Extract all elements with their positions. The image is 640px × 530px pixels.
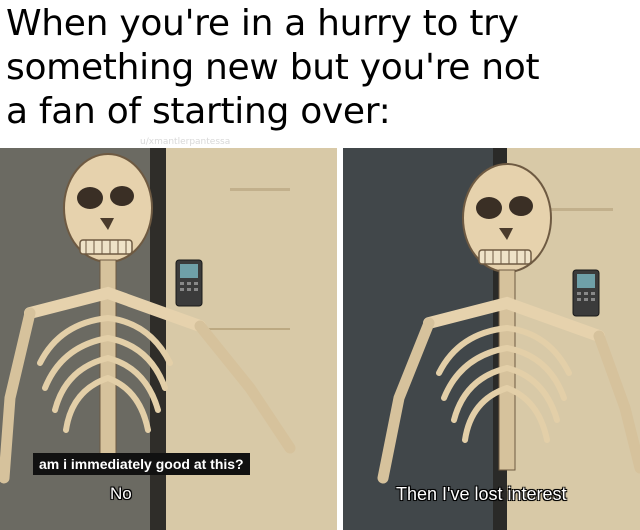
caption-line-1: When you're in a hurry to try [6, 3, 519, 44]
meme-caption: When you're in a hurry to try something … [6, 2, 634, 134]
meme-panel-left: am i immediately good at this? No [0, 148, 337, 530]
subtitle-answer: No [110, 484, 132, 503]
subtitle-lost-interest: Then I've lost interest [396, 484, 567, 504]
skeleton-image-right [343, 148, 640, 530]
subtitle-question: am i immediately good at this? [33, 453, 250, 475]
watermark: u/xmantlerpantessa [140, 137, 231, 147]
meme-panel-right: Then I've lost interest [343, 148, 640, 530]
caption-line-2: something new but you're not [6, 47, 540, 88]
caption-line-3: a fan of starting over: [6, 91, 391, 132]
